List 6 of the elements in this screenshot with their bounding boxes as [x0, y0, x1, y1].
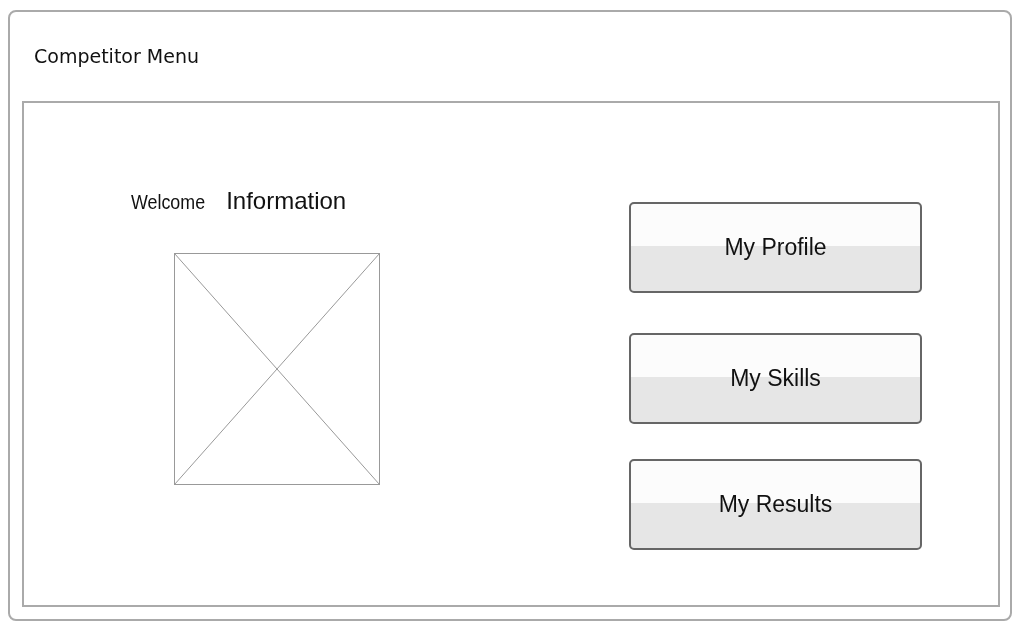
menu-button[interactable]: My Skills	[629, 333, 922, 424]
menu-button[interactable]: My Profile	[629, 202, 922, 293]
welcome-label: Welcome	[131, 190, 206, 214]
menu-button[interactable]: My Results	[629, 459, 922, 550]
window-title: Competitor Menu	[33, 44, 200, 69]
welcome-heading: Information	[226, 187, 347, 215]
